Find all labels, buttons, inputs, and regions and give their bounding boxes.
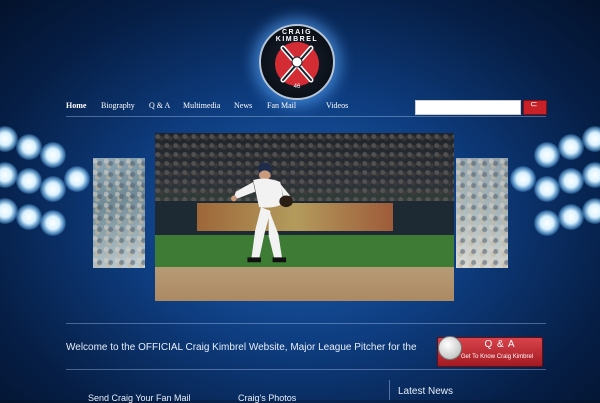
search-button[interactable]: ⊂ bbox=[523, 100, 547, 115]
logo-emblem bbox=[275, 42, 319, 86]
latest-news-heading: Latest News bbox=[398, 386, 454, 397]
crossed-bats-icon bbox=[280, 45, 314, 83]
stadium-lights-right bbox=[510, 120, 600, 260]
stadium-lights-left bbox=[0, 120, 90, 260]
fan-mail-link[interactable]: Send Craig Your Fan Mail bbox=[88, 393, 191, 403]
nav-item-videos[interactable]: Videos bbox=[326, 101, 348, 110]
site-logo[interactable]: CRAIG KIMBREL 46 bbox=[259, 24, 335, 100]
welcome-bottom-divider bbox=[66, 369, 546, 370]
logo-text: CRAIG KIMBREL bbox=[275, 29, 319, 43]
nav-item-biography[interactable]: Biography bbox=[101, 101, 135, 110]
nav-item-fan-mail[interactable]: Fan Mail bbox=[267, 101, 296, 110]
qa-button-subtitle: Get To Know Craig Kimbrel bbox=[460, 354, 534, 360]
logo-number: 46 bbox=[293, 84, 301, 90]
search-button-label: ⊂ bbox=[530, 100, 538, 110]
nav-item-multimedia[interactable]: Multimedia bbox=[183, 101, 220, 110]
carousel-photo-left[interactable] bbox=[93, 158, 145, 268]
search-input[interactable] bbox=[415, 100, 521, 115]
carousel-photo-main[interactable] bbox=[155, 133, 454, 301]
nav-item-qa[interactable]: Q & A bbox=[149, 101, 170, 110]
qa-button[interactable]: Q & A Get To Know Craig Kimbrel bbox=[437, 336, 543, 367]
footer-divider bbox=[389, 380, 390, 400]
nav-divider bbox=[66, 116, 546, 117]
pitcher-figure bbox=[231, 162, 293, 263]
carousel-photo-right[interactable] bbox=[456, 158, 508, 268]
welcome-top-divider bbox=[66, 323, 546, 324]
welcome-text: Welcome to the OFFICIAL Craig Kimbrel We… bbox=[66, 342, 417, 353]
qa-button-title: Q & A bbox=[484, 339, 516, 350]
nav-item-home[interactable]: Home bbox=[66, 101, 86, 110]
nav-item-news[interactable]: News bbox=[234, 101, 252, 110]
photos-link[interactable]: Craig's Photos bbox=[238, 393, 296, 403]
